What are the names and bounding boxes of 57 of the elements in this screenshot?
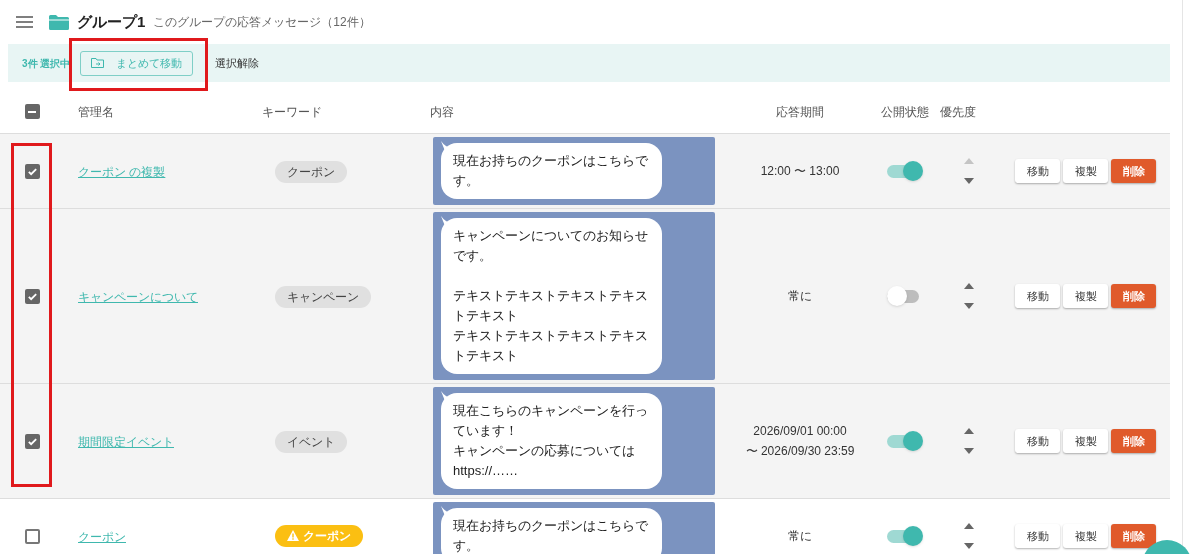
duplicate-button[interactable]: 複製 — [1063, 429, 1108, 453]
keyword-tag: クーポン — [275, 524, 363, 547]
keyword-tag: キャンペーン — [275, 286, 371, 308]
message-line: https://…… — [453, 462, 520, 480]
duplicate-button[interactable]: 複製 — [1063, 524, 1108, 548]
duplicate-button[interactable]: 複製 — [1063, 284, 1108, 308]
priority-down-icon[interactable] — [964, 303, 974, 309]
column-header: 公開状態 — [881, 103, 929, 121]
delete-button[interactable]: 削除 — [1111, 524, 1156, 548]
move-button[interactable]: 移動 — [1015, 429, 1060, 453]
delete-button[interactable]: 削除 — [1111, 159, 1156, 183]
duplicate-button[interactable]: 複製 — [1063, 159, 1108, 183]
warning-icon — [287, 530, 299, 541]
menu-icon[interactable] — [16, 16, 33, 28]
priority-up-icon[interactable] — [964, 283, 974, 289]
priority-down-icon[interactable] — [964, 178, 974, 184]
message-line: 現在お持ちのクーポンはこちらです。 — [453, 517, 649, 554]
response-period: 常に — [788, 288, 812, 305]
column-header: 応答期間 — [776, 103, 824, 121]
delete-button[interactable]: 削除 — [1111, 429, 1156, 453]
message-line: キャンペーンの応募については — [453, 442, 636, 460]
move-button[interactable]: 移動 — [1015, 284, 1060, 308]
move-button[interactable]: 移動 — [1015, 524, 1060, 548]
group-title: グループ1 — [77, 11, 146, 32]
delete-button[interactable]: 削除 — [1111, 284, 1156, 308]
priority-up-icon[interactable] — [964, 428, 974, 434]
checkbox[interactable] — [24, 433, 40, 449]
group-subtitle: このグループの応答メッセージ（12件） — [153, 14, 371, 31]
keyword-tag: イベント — [275, 431, 347, 453]
move-button[interactable]: 移動 — [1015, 159, 1060, 183]
toggle-switch[interactable] — [887, 526, 923, 546]
message-line: テキストテキストテキストテキストテキスト — [453, 327, 649, 365]
selection-count: 3件 選択中 — [22, 56, 71, 71]
checkbox[interactable] — [24, 288, 40, 304]
message-line: 現在こちらのキャンペーンを行っています！ — [453, 402, 649, 440]
message-line: テキストテキストテキストテキストテキスト — [453, 287, 649, 325]
message-line: キャンペーンについてのお知らせです。 — [453, 227, 649, 265]
column-header: 優先度 — [940, 103, 976, 121]
message-line: 現在お持ちのクーポンはこちらです。 — [453, 152, 649, 190]
response-period: 常に — [788, 528, 812, 545]
folder-icon — [49, 14, 69, 30]
keyword-tag: クーポン — [275, 161, 347, 183]
response-period: 12:00 〜 13:00 — [760, 163, 840, 180]
toggle-switch[interactable] — [887, 161, 923, 181]
priority-down-icon[interactable] — [964, 543, 974, 549]
toggle-switch[interactable] — [887, 431, 923, 451]
column-header: キーワード — [262, 104, 322, 119]
column-header: 管理名 — [78, 104, 114, 119]
select-all-checkbox[interactable] — [24, 104, 40, 119]
column-header: 内容 — [430, 104, 454, 119]
priority-down-icon[interactable] — [964, 448, 974, 454]
checkbox[interactable] — [24, 163, 40, 179]
response-period: 2026/09/01 00:00 〜 2026/09/30 23:59 — [745, 423, 855, 460]
checkbox[interactable] — [24, 528, 40, 544]
priority-up-icon[interactable] — [964, 523, 974, 529]
folder-move-icon — [91, 58, 105, 68]
clear-selection-button[interactable]: 選択解除 — [211, 54, 264, 72]
